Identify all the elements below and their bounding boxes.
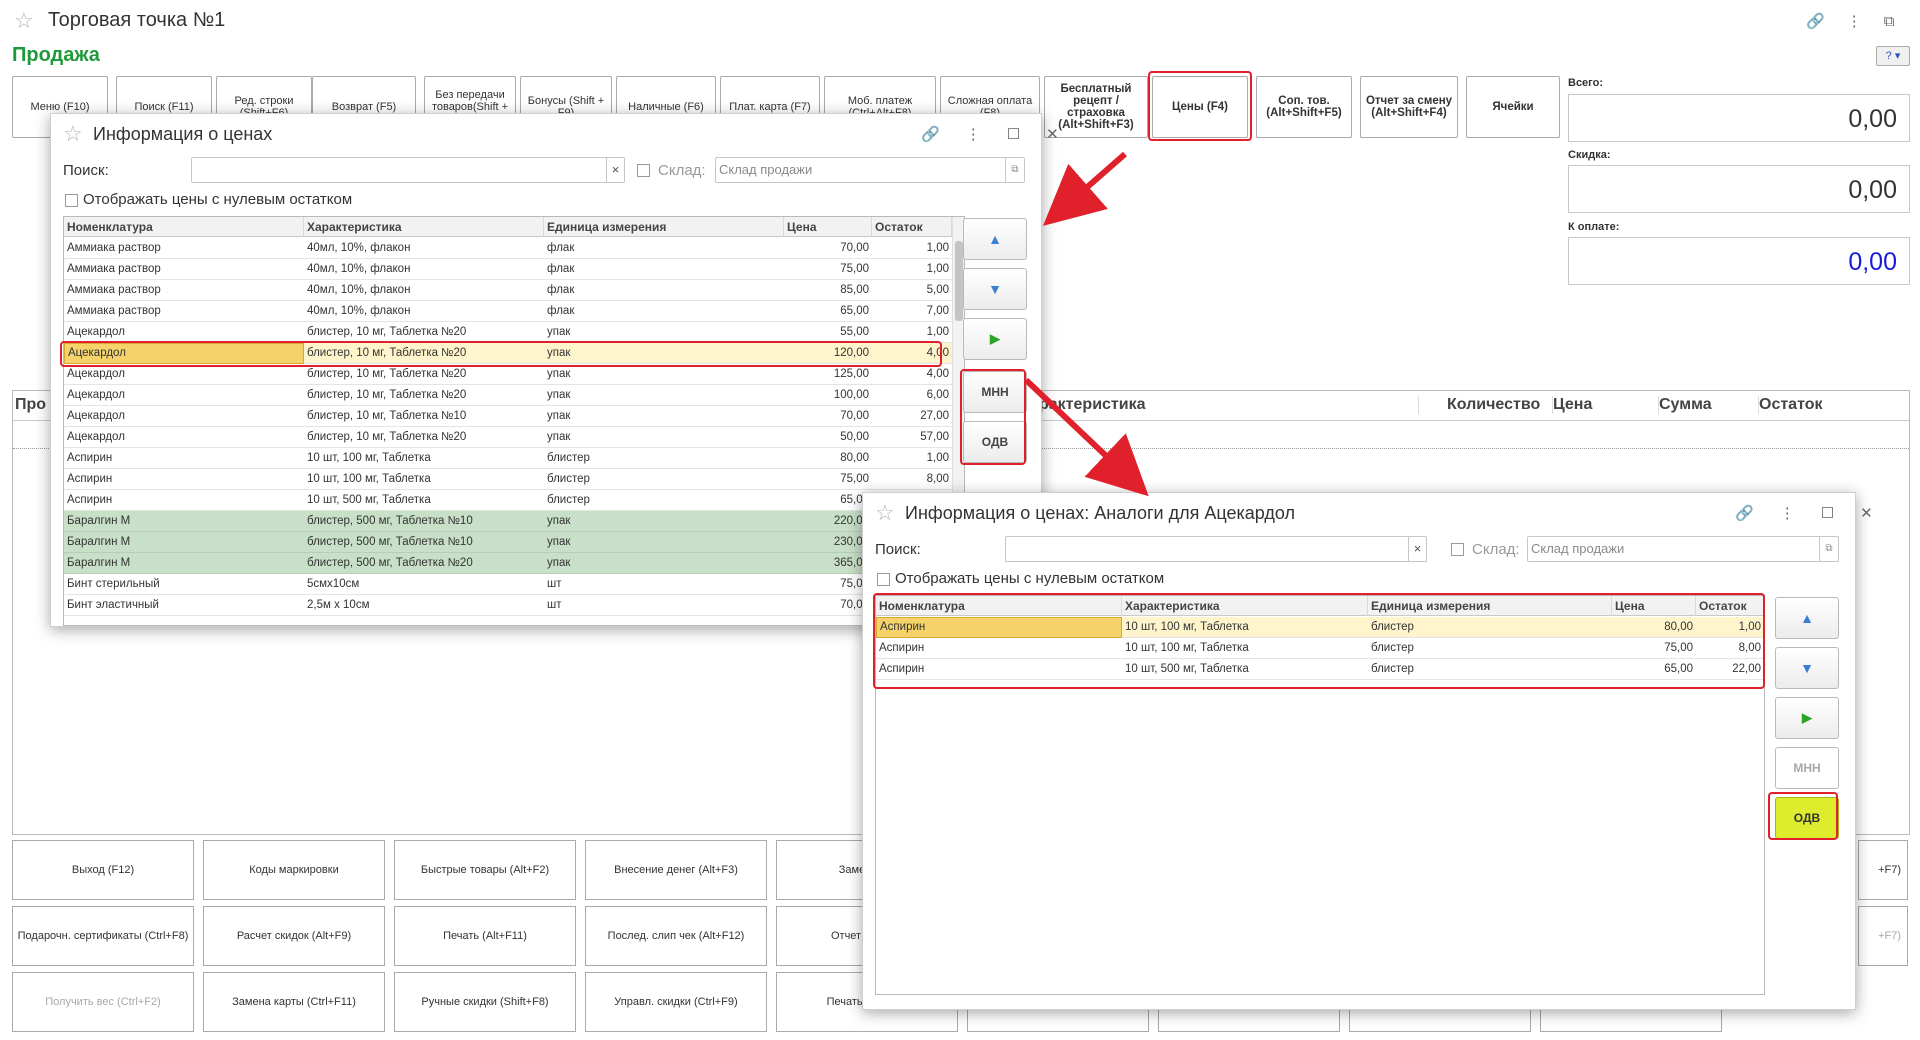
arrow-to-analogs-dialog [1023,377,1149,497]
annotation-arrows [1023,151,1149,497]
arrow-to-prices-dialog [1042,151,1127,226]
